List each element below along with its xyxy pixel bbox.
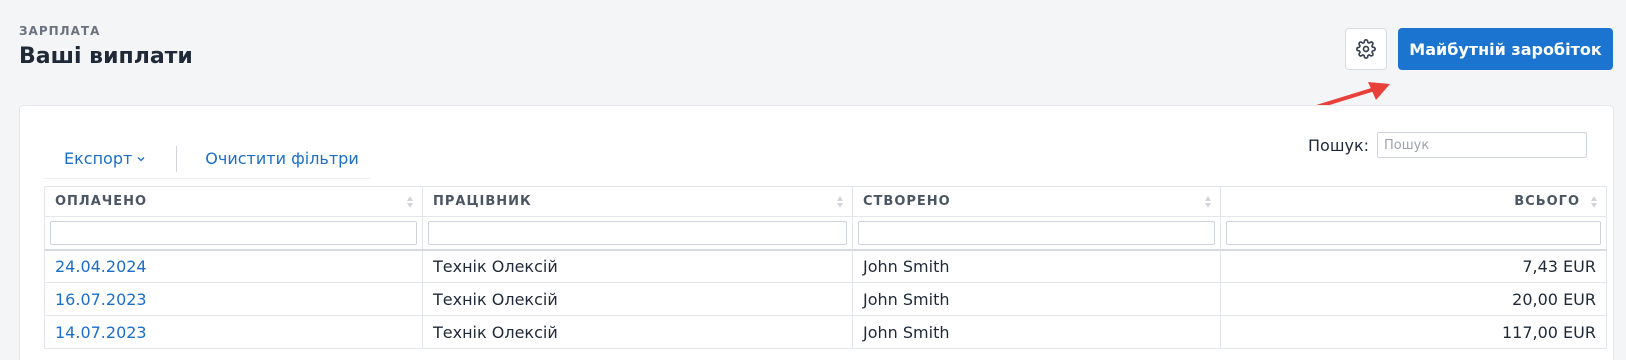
filter-row xyxy=(44,216,1607,251)
column-label: ОПЛАЧЕНО xyxy=(55,194,148,209)
export-label: Експорт xyxy=(64,149,133,168)
table-row: 24.04.2024 Технік Олексій John Smith 7,4… xyxy=(44,249,1607,283)
filter-input-created[interactable] xyxy=(858,220,1215,245)
export-dropdown[interactable]: Експорт xyxy=(64,149,146,168)
sort-icon xyxy=(837,196,843,208)
page-title: Ваші виплати xyxy=(19,44,193,69)
settings-button[interactable] xyxy=(1345,28,1387,70)
created-by-cell: John Smith xyxy=(852,249,1221,283)
employee-cell: Технік Олексій xyxy=(422,249,853,283)
table-header-row: ОПЛАЧЕНО ПРАЦІВНИК СТВОРЕНО ВСЬОГО xyxy=(44,186,1607,217)
sort-icon xyxy=(1591,196,1597,208)
employee-cell: Технік Олексій xyxy=(422,315,853,349)
chevron-down-icon xyxy=(137,156,145,161)
search-input[interactable] xyxy=(1377,132,1587,158)
clear-filters-button[interactable]: Очистити фільтри xyxy=(205,149,358,168)
toolbar-divider xyxy=(176,145,178,172)
filter-input-total[interactable] xyxy=(1226,220,1601,245)
page-header: ЗАРПЛАТА Ваші виплати xyxy=(19,24,193,69)
paid-date-link[interactable]: 14.07.2023 xyxy=(44,315,423,349)
table-toolbar: Експорт Очистити фільтри xyxy=(44,139,370,179)
sort-icon xyxy=(1205,196,1211,208)
table-row: 16.07.2023 Технік Олексій John Smith 20,… xyxy=(44,282,1607,316)
column-label: ВСЬОГО xyxy=(1514,194,1580,209)
employee-cell: Технік Олексій xyxy=(422,282,853,316)
column-label: ПРАЦІВНИК xyxy=(433,194,532,209)
column-header-created[interactable]: СТВОРЕНО xyxy=(852,186,1221,217)
gear-icon xyxy=(1356,39,1376,59)
total-cell: 7,43 EUR xyxy=(1220,249,1607,283)
created-by-cell: John Smith xyxy=(852,315,1221,349)
paid-date-link[interactable]: 24.04.2024 xyxy=(44,249,423,283)
sort-icon xyxy=(407,196,413,208)
search-label: Пошук: xyxy=(1308,135,1369,155)
column-label: СТВОРЕНО xyxy=(863,194,951,209)
column-header-paid[interactable]: ОПЛАЧЕНО xyxy=(44,186,423,217)
total-cell: 117,00 EUR xyxy=(1220,315,1607,349)
future-earnings-button[interactable]: Майбутній заробіток xyxy=(1398,28,1613,70)
table-row: 14.07.2023 Технік Олексій John Smith 117… xyxy=(44,315,1607,349)
search: Пошук: xyxy=(1308,132,1587,158)
filter-input-employee[interactable] xyxy=(428,220,847,245)
total-cell: 20,00 EUR xyxy=(1220,282,1607,316)
payments-panel: Експорт Очистити фільтри Пошук: ОПЛАЧЕНО xyxy=(19,105,1614,360)
column-header-total[interactable]: ВСЬОГО xyxy=(1220,186,1607,217)
payments-table: ОПЛАЧЕНО ПРАЦІВНИК СТВОРЕНО ВСЬОГО 24.04… xyxy=(44,186,1607,349)
column-header-employee[interactable]: ПРАЦІВНИК xyxy=(422,186,853,217)
paid-date-link[interactable]: 16.07.2023 xyxy=(44,282,423,316)
created-by-cell: John Smith xyxy=(852,282,1221,316)
filter-input-paid[interactable] xyxy=(50,220,417,245)
section-eyebrow: ЗАРПЛАТА xyxy=(19,24,101,38)
